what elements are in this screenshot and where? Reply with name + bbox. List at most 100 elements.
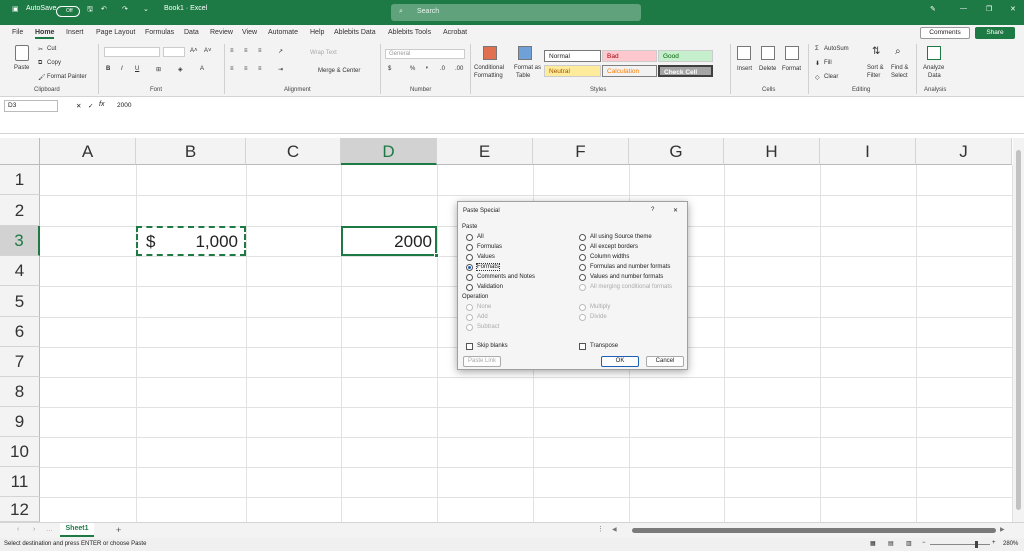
copy-button[interactable]: Copy [47, 60, 61, 66]
format-as-table-label-2[interactable]: Table [516, 73, 530, 79]
analyze-data-label-2[interactable]: Data [928, 73, 941, 79]
delete-cells-button[interactable]: Delete [759, 66, 776, 72]
tab-view[interactable]: View [242, 29, 257, 36]
normal-view-icon[interactable]: ▦ [870, 540, 876, 547]
shrink-font-icon[interactable]: A˅ [204, 48, 212, 54]
find-select-icon[interactable]: ⌕ [895, 46, 901, 57]
column-header-b[interactable]: B [136, 138, 246, 165]
insert-cells-button[interactable]: Insert [737, 66, 752, 72]
column-header-i[interactable]: I [820, 138, 916, 165]
insert-function-button[interactable]: fx [99, 101, 104, 108]
scroll-sheets-right-icon[interactable]: › [33, 526, 35, 533]
radio-column-widths[interactable] [579, 254, 586, 261]
tab-formulas[interactable]: Formulas [145, 29, 174, 36]
confirm-entry-icon[interactable]: ✓ [88, 102, 93, 110]
zoom-level[interactable]: 280% [1003, 541, 1018, 547]
column-header-g[interactable]: G [629, 138, 724, 165]
ok-button[interactable]: OK [601, 356, 639, 367]
radio-values[interactable] [466, 254, 473, 261]
row-header-4[interactable]: 4 [0, 256, 40, 286]
paste-button[interactable]: Paste [14, 65, 29, 71]
autosave-toggle[interactable]: Off [56, 6, 80, 17]
vertical-scrollbar[interactable] [1013, 138, 1024, 522]
column-header-d[interactable]: D [341, 138, 437, 165]
clear-icon[interactable]: ◇ [815, 74, 820, 81]
scroll-sheets-left-icon[interactable]: ‹ [17, 526, 19, 533]
align-right-icon[interactable]: ≡ [258, 66, 262, 72]
font-name-dropdown[interactable] [104, 47, 160, 57]
bold-button[interactable]: B [106, 66, 110, 72]
radio-validation[interactable] [466, 284, 473, 291]
paste-icon[interactable] [15, 45, 29, 61]
autosum-button[interactable]: AutoSum [824, 46, 849, 52]
cut-button[interactable]: Cut [47, 46, 56, 52]
find-select-label-2[interactable]: Select [891, 73, 908, 79]
font-size-dropdown[interactable] [163, 47, 185, 57]
radio-all-source-theme[interactable] [579, 234, 586, 241]
cell-b3[interactable]: $ 1,000 [136, 226, 246, 256]
fill-color-icon[interactable]: ◈ [178, 66, 183, 73]
name-box[interactable]: D3 [4, 100, 58, 112]
tab-home[interactable]: Home [35, 29, 55, 39]
row-header-5[interactable]: 5 [0, 286, 40, 317]
tab-automate[interactable]: Automate [268, 29, 298, 36]
format-cells-icon[interactable] [785, 46, 799, 60]
split-handle-icon[interactable]: ⋮ [597, 525, 604, 533]
tab-insert[interactable]: Insert [66, 29, 84, 36]
undo-icon[interactable]: ↶ [101, 5, 107, 13]
indent-icon[interactable]: ⇥ [278, 66, 283, 73]
add-sheet-icon[interactable]: + [116, 525, 121, 535]
radio-formulas-number-formats[interactable] [579, 264, 586, 271]
radio-all-except-borders[interactable] [579, 244, 586, 251]
underline-button[interactable]: U [135, 66, 139, 72]
autosum-icon[interactable]: Σ [815, 46, 819, 52]
formula-input[interactable]: 2000 [117, 102, 131, 109]
wrap-text-button[interactable]: Wrap Text [310, 50, 337, 56]
more-icon[interactable]: ⌄ [143, 5, 149, 13]
row-header-6[interactable]: 6 [0, 317, 40, 347]
clear-button[interactable]: Clear [824, 74, 838, 80]
format-as-table-label-1[interactable]: Format as [514, 65, 541, 71]
zoom-slider-thumb[interactable] [975, 541, 978, 548]
radio-formats[interactable] [466, 264, 473, 271]
save-icon[interactable]: 🖫 [87, 5, 93, 16]
redo-icon[interactable]: ↷ [122, 5, 128, 13]
page-layout-view-icon[interactable]: ▤ [888, 540, 894, 547]
column-header-f[interactable]: F [533, 138, 629, 165]
help-icon[interactable]: ? [651, 207, 654, 213]
comma-format-button[interactable]: ❜ [426, 66, 428, 73]
share-button[interactable]: Share [975, 27, 1015, 39]
fill-handle[interactable] [434, 253, 439, 258]
scroll-right-icon[interactable]: ▶ [1000, 526, 1005, 533]
restore-icon[interactable]: ❐ [986, 5, 992, 13]
borders-icon[interactable]: ⊞ [156, 66, 161, 73]
row-header-3[interactable]: 3 [0, 226, 40, 256]
number-format-dropdown[interactable]: General [385, 49, 465, 59]
analyze-data-icon[interactable] [927, 46, 941, 60]
radio-comments-notes[interactable] [466, 274, 473, 281]
transpose-checkbox[interactable] [579, 343, 586, 350]
radio-all[interactable] [466, 234, 473, 241]
minimize-icon[interactable]: — [960, 5, 967, 12]
row-header-10[interactable]: 10 [0, 437, 40, 467]
scroll-left-icon[interactable]: ◀ [612, 526, 617, 533]
style-bad[interactable]: Bad [602, 50, 657, 62]
column-header-a[interactable]: A [40, 138, 136, 165]
select-all-corner[interactable] [0, 138, 40, 165]
sort-filter-label-2[interactable]: Filter [867, 73, 880, 79]
tab-ablebits-data[interactable]: Ablebits Data [334, 29, 376, 36]
tab-file[interactable]: File [12, 29, 23, 36]
horizontal-scroll-thumb[interactable] [632, 528, 996, 533]
tab-acrobat[interactable]: Acrobat [443, 29, 467, 36]
grow-font-icon[interactable]: A˄ [190, 48, 198, 54]
comments-button[interactable]: Comments [920, 27, 970, 39]
pen-icon[interactable]: ✎ [930, 5, 936, 13]
font-color-icon[interactable]: A [200, 66, 204, 72]
row-header-9[interactable]: 9 [0, 407, 40, 437]
align-center-icon[interactable]: ≡ [244, 66, 248, 72]
sort-filter-label-1[interactable]: Sort & [867, 65, 884, 71]
format-painter-icon[interactable]: 🖌 [38, 74, 46, 81]
style-normal[interactable]: Normal [544, 50, 601, 62]
format-painter-button[interactable]: Format Painter [47, 74, 87, 80]
skip-blanks-checkbox[interactable] [466, 343, 473, 350]
